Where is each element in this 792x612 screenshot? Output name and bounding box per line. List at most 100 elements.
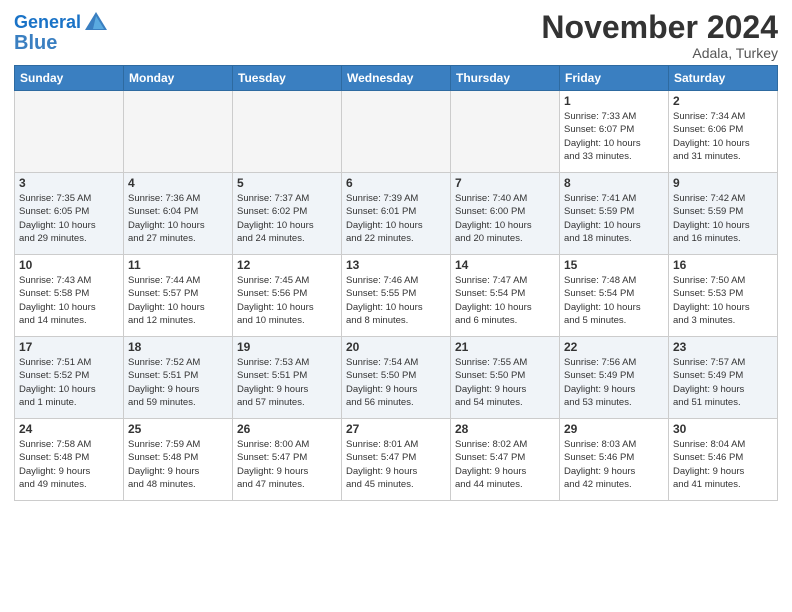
day-number: 1 (564, 94, 664, 108)
logo: General Blue (14, 10, 109, 54)
day-info: Sunrise: 7:40 AM Sunset: 6:00 PM Dayligh… (455, 192, 555, 245)
day-number: 15 (564, 258, 664, 272)
table-row: 27Sunrise: 8:01 AM Sunset: 5:47 PM Dayli… (342, 419, 451, 501)
table-row: 17Sunrise: 7:51 AM Sunset: 5:52 PM Dayli… (15, 337, 124, 419)
table-row (342, 91, 451, 173)
table-row: 1 Sunrise: 7:33 AM Sunset: 6:07 PM Daylig… (560, 91, 669, 173)
calendar-week-row: 24Sunrise: 7:58 AM Sunset: 5:48 PM Dayli… (15, 419, 778, 501)
table-row: 18Sunrise: 7:52 AM Sunset: 5:51 PM Dayli… (124, 337, 233, 419)
header-tuesday: Tuesday (233, 66, 342, 91)
logo-text: General (14, 13, 81, 33)
day-info: Sunrise: 7:37 AM Sunset: 6:02 PM Dayligh… (237, 192, 337, 245)
day-info: Sunrise: 7:54 AM Sunset: 5:50 PM Dayligh… (346, 356, 446, 409)
page-container: General Blue November 2024 Adala, Turkey… (0, 0, 792, 509)
day-number: 8 (564, 176, 664, 190)
day-info: Sunrise: 7:46 AM Sunset: 5:55 PM Dayligh… (346, 274, 446, 327)
header-sunday: Sunday (15, 66, 124, 91)
table-row: 4 Sunrise: 7:36 AM Sunset: 6:04 PM Daylig… (124, 173, 233, 255)
day-number: 18 (128, 340, 228, 354)
table-row: 21 Sunrise: 7:55 AM Sunset: 5:50 PM Dayli… (451, 337, 560, 419)
day-number: 25 (128, 422, 228, 436)
table-row: 24Sunrise: 7:58 AM Sunset: 5:48 PM Dayli… (15, 419, 124, 501)
day-info: Sunrise: 7:50 AM Sunset: 5:53 PM Dayligh… (673, 274, 773, 327)
table-row: 23 Sunrise: 7:57 AM Sunset: 5:49 PM Dayli… (669, 337, 778, 419)
day-info: Sunrise: 7:48 AM Sunset: 5:54 PM Dayligh… (564, 274, 664, 327)
day-info: Sunrise: 7:56 AM Sunset: 5:49 PM Dayligh… (564, 356, 664, 409)
logo-icon (83, 10, 109, 36)
day-info: Sunrise: 7:34 AM Sunset: 6:06 PM Dayligh… (673, 110, 773, 163)
day-info: Sunrise: 7:41 AM Sunset: 5:59 PM Dayligh… (564, 192, 664, 245)
day-info: Sunrise: 7:35 AM Sunset: 6:05 PM Dayligh… (19, 192, 119, 245)
day-info: Sunrise: 7:36 AM Sunset: 6:04 PM Dayligh… (128, 192, 228, 245)
table-row: 2 Sunrise: 7:34 AM Sunset: 6:06 PM Daylig… (669, 91, 778, 173)
calendar-week-row: 1 Sunrise: 7:33 AM Sunset: 6:07 PM Daylig… (15, 91, 778, 173)
table-row: 8 Sunrise: 7:41 AM Sunset: 5:59 PM Daylig… (560, 173, 669, 255)
day-info: Sunrise: 7:33 AM Sunset: 6:07 PM Dayligh… (564, 110, 664, 163)
month-title: November 2024 (541, 10, 778, 45)
calendar: Sunday Monday Tuesday Wednesday Thursday… (14, 65, 778, 501)
day-number: 6 (346, 176, 446, 190)
table-row (451, 91, 560, 173)
day-info: Sunrise: 7:42 AM Sunset: 5:59 PM Dayligh… (673, 192, 773, 245)
table-row (233, 91, 342, 173)
table-row: 6 Sunrise: 7:39 AM Sunset: 6:01 PM Daylig… (342, 173, 451, 255)
calendar-week-row: 17Sunrise: 7:51 AM Sunset: 5:52 PM Dayli… (15, 337, 778, 419)
header-saturday: Saturday (669, 66, 778, 91)
day-info: Sunrise: 7:45 AM Sunset: 5:56 PM Dayligh… (237, 274, 337, 327)
day-info: Sunrise: 7:53 AM Sunset: 5:51 PM Dayligh… (237, 356, 337, 409)
day-number: 2 (673, 94, 773, 108)
table-row: 28 Sunrise: 8:02 AM Sunset: 5:47 PM Dayli… (451, 419, 560, 501)
day-number: 4 (128, 176, 228, 190)
day-info: Sunrise: 7:43 AM Sunset: 5:58 PM Dayligh… (19, 274, 119, 327)
header-monday: Monday (124, 66, 233, 91)
day-number: 5 (237, 176, 337, 190)
calendar-week-row: 3 Sunrise: 7:35 AM Sunset: 6:05 PM Daylig… (15, 173, 778, 255)
header-wednesday: Wednesday (342, 66, 451, 91)
location: Adala, Turkey (541, 45, 778, 61)
day-number: 22 (564, 340, 664, 354)
day-number: 12 (237, 258, 337, 272)
day-info: Sunrise: 7:55 AM Sunset: 5:50 PM Dayligh… (455, 356, 555, 409)
day-number: 17 (19, 340, 119, 354)
day-number: 29 (564, 422, 664, 436)
table-row (15, 91, 124, 173)
day-number: 11 (128, 258, 228, 272)
table-row (124, 91, 233, 173)
day-info: Sunrise: 7:57 AM Sunset: 5:49 PM Dayligh… (673, 356, 773, 409)
day-number: 21 (455, 340, 555, 354)
header-thursday: Thursday (451, 66, 560, 91)
day-number: 28 (455, 422, 555, 436)
table-row: 16 Sunrise: 7:50 AM Sunset: 5:53 PM Dayli… (669, 255, 778, 337)
day-number: 16 (673, 258, 773, 272)
table-row: 11Sunrise: 7:44 AM Sunset: 5:57 PM Dayli… (124, 255, 233, 337)
day-info: Sunrise: 7:58 AM Sunset: 5:48 PM Dayligh… (19, 438, 119, 491)
calendar-week-row: 10 Sunrise: 7:43 AM Sunset: 5:58 PM Dayli… (15, 255, 778, 337)
day-info: Sunrise: 7:47 AM Sunset: 5:54 PM Dayligh… (455, 274, 555, 327)
table-row: 19 Sunrise: 7:53 AM Sunset: 5:51 PM Dayli… (233, 337, 342, 419)
table-row: 5 Sunrise: 7:37 AM Sunset: 6:02 PM Daylig… (233, 173, 342, 255)
day-info: Sunrise: 7:39 AM Sunset: 6:01 PM Dayligh… (346, 192, 446, 245)
table-row: 7 Sunrise: 7:40 AM Sunset: 6:00 PM Daylig… (451, 173, 560, 255)
table-row: 22 Sunrise: 7:56 AM Sunset: 5:49 PM Dayli… (560, 337, 669, 419)
day-info: Sunrise: 8:01 AM Sunset: 5:47 PM Dayligh… (346, 438, 446, 491)
table-row: 30Sunrise: 8:04 AM Sunset: 5:46 PM Dayli… (669, 419, 778, 501)
day-number: 19 (237, 340, 337, 354)
day-info: Sunrise: 7:59 AM Sunset: 5:48 PM Dayligh… (128, 438, 228, 491)
table-row: 14 Sunrise: 7:47 AM Sunset: 5:54 PM Dayli… (451, 255, 560, 337)
day-number: 3 (19, 176, 119, 190)
header-friday: Friday (560, 66, 669, 91)
title-block: November 2024 Adala, Turkey (541, 10, 778, 61)
table-row: 26Sunrise: 8:00 AM Sunset: 5:47 PM Dayli… (233, 419, 342, 501)
table-row: 13Sunrise: 7:46 AM Sunset: 5:55 PM Dayli… (342, 255, 451, 337)
day-info: Sunrise: 8:02 AM Sunset: 5:47 PM Dayligh… (455, 438, 555, 491)
day-info: Sunrise: 8:00 AM Sunset: 5:47 PM Dayligh… (237, 438, 337, 491)
day-number: 20 (346, 340, 446, 354)
header: General Blue November 2024 Adala, Turkey (14, 10, 778, 61)
weekday-header-row: Sunday Monday Tuesday Wednesday Thursday… (15, 66, 778, 91)
table-row: 9Sunrise: 7:42 AM Sunset: 5:59 PM Daylig… (669, 173, 778, 255)
table-row: 25 Sunrise: 7:59 AM Sunset: 5:48 PM Dayli… (124, 419, 233, 501)
day-number: 7 (455, 176, 555, 190)
day-number: 23 (673, 340, 773, 354)
day-number: 14 (455, 258, 555, 272)
day-number: 10 (19, 258, 119, 272)
